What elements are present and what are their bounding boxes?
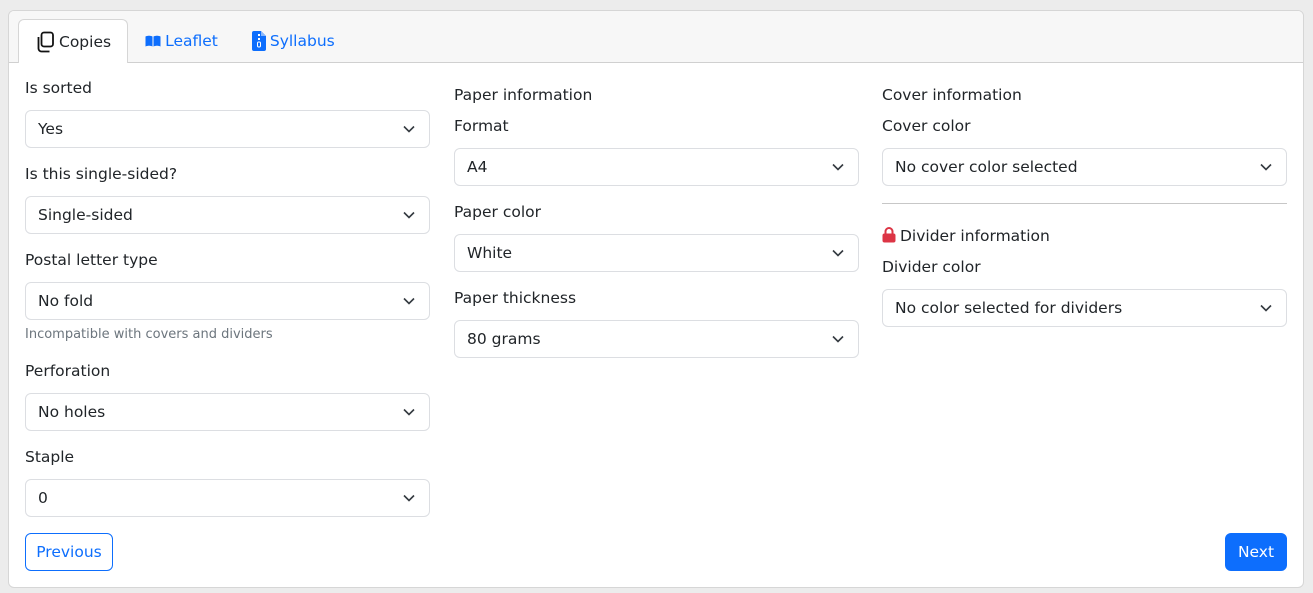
staple-label: Staple bbox=[25, 448, 75, 466]
select-value: 80 grams bbox=[467, 330, 541, 348]
postal-letter-label: Postal letter type bbox=[25, 251, 158, 269]
divider-info-heading: Divider information bbox=[882, 227, 1050, 245]
single-sided-select[interactable]: Single-sided bbox=[25, 196, 430, 234]
tab-label: Syllabus bbox=[269, 32, 335, 50]
chevron-down-icon bbox=[403, 211, 415, 219]
tab-syllabus[interactable]: Syllabus bbox=[235, 19, 352, 62]
format-label: Format bbox=[454, 117, 509, 135]
previous-button[interactable]: Previous bbox=[25, 533, 113, 571]
book-icon bbox=[145, 35, 161, 47]
is-sorted-label: Is sorted bbox=[25, 79, 92, 97]
paper-info-heading: Paper information bbox=[454, 86, 593, 104]
single-sided-label: Is this single-sided? bbox=[25, 165, 178, 183]
chevron-down-icon bbox=[403, 408, 415, 416]
select-value: No fold bbox=[38, 292, 94, 310]
format-select[interactable]: A4 bbox=[454, 148, 859, 186]
paper-thickness-select[interactable]: 80 grams bbox=[454, 320, 859, 358]
tab-list: Copies Leaflet Syllabus bbox=[18, 19, 352, 63]
cover-color-label: Cover color bbox=[882, 117, 971, 135]
chevron-down-icon bbox=[403, 125, 415, 133]
order-options-card: Copies Leaflet Syllabus Is sorted Yes Is… bbox=[8, 10, 1304, 588]
is-sorted-select[interactable]: Yes bbox=[25, 110, 430, 148]
cover-info-heading: Cover information bbox=[882, 86, 1022, 104]
select-value: A4 bbox=[467, 158, 488, 176]
select-value: No holes bbox=[38, 403, 106, 421]
divider-info-title: Divider information bbox=[900, 227, 1050, 245]
chevron-down-icon bbox=[832, 163, 844, 171]
paper-thickness-label: Paper thickness bbox=[454, 289, 577, 307]
tab-label: Leaflet bbox=[165, 32, 218, 50]
tab-leaflet[interactable]: Leaflet bbox=[128, 19, 235, 62]
perforation-select[interactable]: No holes bbox=[25, 393, 430, 431]
card-header: Copies Leaflet Syllabus bbox=[9, 11, 1303, 63]
chevron-down-icon bbox=[403, 297, 415, 305]
select-value: 0 bbox=[38, 489, 48, 507]
card-body: Is sorted Yes Is this single-sided? Sing… bbox=[9, 63, 1303, 587]
postal-letter-help: Incompatible with covers and dividers bbox=[25, 327, 273, 342]
select-value: No color selected for dividers bbox=[895, 299, 1123, 317]
select-value: Single-sided bbox=[38, 206, 133, 224]
select-value: No cover color selected bbox=[895, 158, 1078, 176]
divider-color-label: Divider color bbox=[882, 258, 981, 276]
chevron-down-icon bbox=[1260, 163, 1272, 171]
chevron-down-icon bbox=[832, 335, 844, 343]
postal-letter-select[interactable]: No fold bbox=[25, 282, 430, 320]
section-divider bbox=[882, 203, 1287, 204]
paper-color-select[interactable]: White bbox=[454, 234, 859, 272]
cover-color-select[interactable]: No cover color selected bbox=[882, 148, 1287, 186]
tab-label: Copies bbox=[59, 32, 112, 51]
divider-color-select[interactable]: No color selected for dividers bbox=[882, 289, 1287, 327]
copy-icon bbox=[35, 31, 55, 53]
perforation-label: Perforation bbox=[25, 362, 111, 380]
chevron-down-icon bbox=[832, 249, 844, 257]
select-value: White bbox=[467, 244, 513, 262]
tab-copies[interactable]: Copies bbox=[18, 19, 129, 63]
staple-select[interactable]: 0 bbox=[25, 479, 430, 517]
lock-icon bbox=[882, 227, 896, 243]
paper-color-label: Paper color bbox=[454, 203, 541, 221]
file-zip-icon bbox=[251, 31, 266, 51]
chevron-down-icon bbox=[403, 494, 415, 502]
select-value: Yes bbox=[38, 120, 64, 138]
next-button[interactable]: Next bbox=[1225, 533, 1287, 571]
chevron-down-icon bbox=[1260, 304, 1272, 312]
